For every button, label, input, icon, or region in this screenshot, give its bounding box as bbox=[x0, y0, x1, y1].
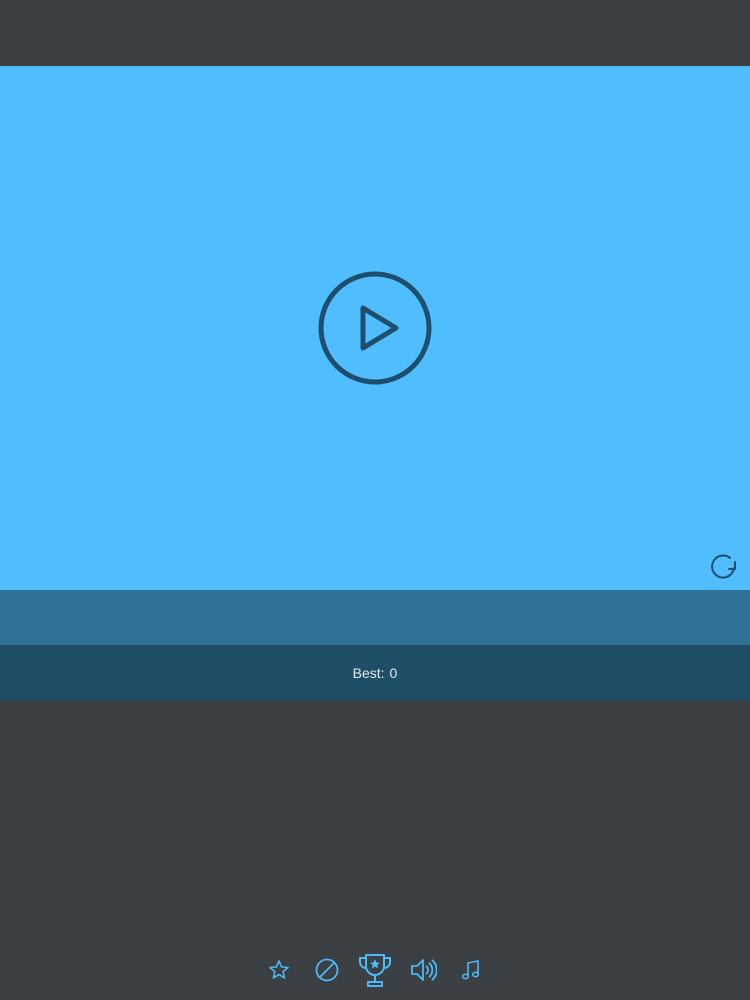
restart-icon bbox=[711, 554, 736, 579]
trophy-icon bbox=[359, 954, 391, 987]
best-score-value: 0 bbox=[389, 664, 398, 681]
top-bar bbox=[0, 0, 750, 66]
play-button[interactable] bbox=[318, 271, 432, 385]
rate-button[interactable] bbox=[255, 946, 303, 994]
music-toggle[interactable] bbox=[447, 946, 495, 994]
music-icon bbox=[461, 960, 480, 980]
sound-toggle[interactable] bbox=[399, 946, 447, 994]
best-score: Best: 0 bbox=[353, 665, 398, 681]
sound-icon bbox=[411, 959, 437, 981]
game-screen: Best: 0 bbox=[0, 0, 750, 1000]
best-score-label: Best: bbox=[352, 664, 385, 681]
bottom-toolbar bbox=[0, 945, 750, 995]
remove-ads-button[interactable] bbox=[303, 946, 351, 994]
progress-band bbox=[0, 590, 750, 645]
restart-button[interactable] bbox=[708, 550, 740, 582]
no-ads-icon bbox=[315, 958, 339, 982]
play-icon bbox=[318, 271, 432, 385]
star-icon bbox=[269, 960, 289, 979]
leaderboard-button[interactable] bbox=[351, 946, 399, 994]
score-band: Best: 0 bbox=[0, 645, 750, 700]
